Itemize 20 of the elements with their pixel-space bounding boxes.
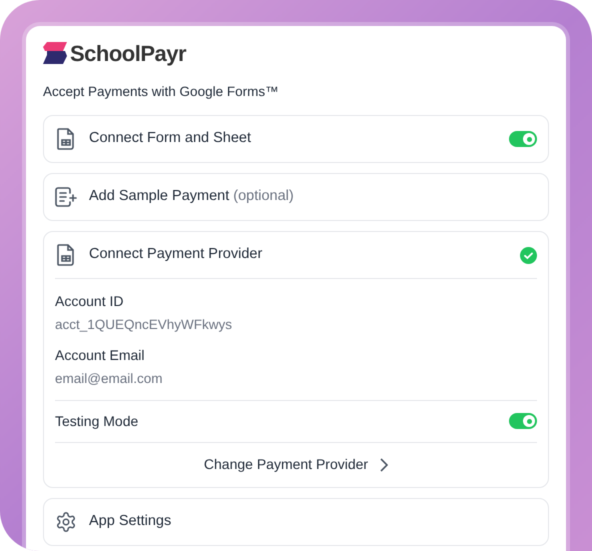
step-title: Connect Form and Sheet <box>89 129 252 148</box>
change-provider-link[interactable]: Change Payment Provider <box>204 454 388 476</box>
field-value: email@email.com <box>55 370 164 388</box>
setting-label: Testing Mode <box>55 412 138 431</box>
step-title: App Settings <box>89 512 172 531</box>
field-label: Account ID <box>55 292 124 312</box>
step-title: Connect Payment Provider <box>89 245 262 264</box>
spreadsheet-file-icon <box>57 128 75 150</box>
list-add-icon <box>55 187 77 208</box>
chevron-right-icon <box>380 458 388 472</box>
settings-icon <box>55 510 77 533</box>
tagline: Accept Payments with Google Forms™ <box>43 83 280 101</box>
field-label: Account Email <box>55 346 146 364</box>
field-value: acct_1QUEQncEVhyWFkwys <box>55 316 234 334</box>
brand-name: SchoolPayr <box>70 40 186 68</box>
toggle-switch[interactable] <box>509 413 537 430</box>
toggle-switch[interactable] <box>509 131 537 148</box>
step-title: Add Sample Payment (optional) <box>89 187 294 206</box>
logo-icon <box>43 42 67 64</box>
spreadsheet-file-icon <box>57 244 75 266</box>
